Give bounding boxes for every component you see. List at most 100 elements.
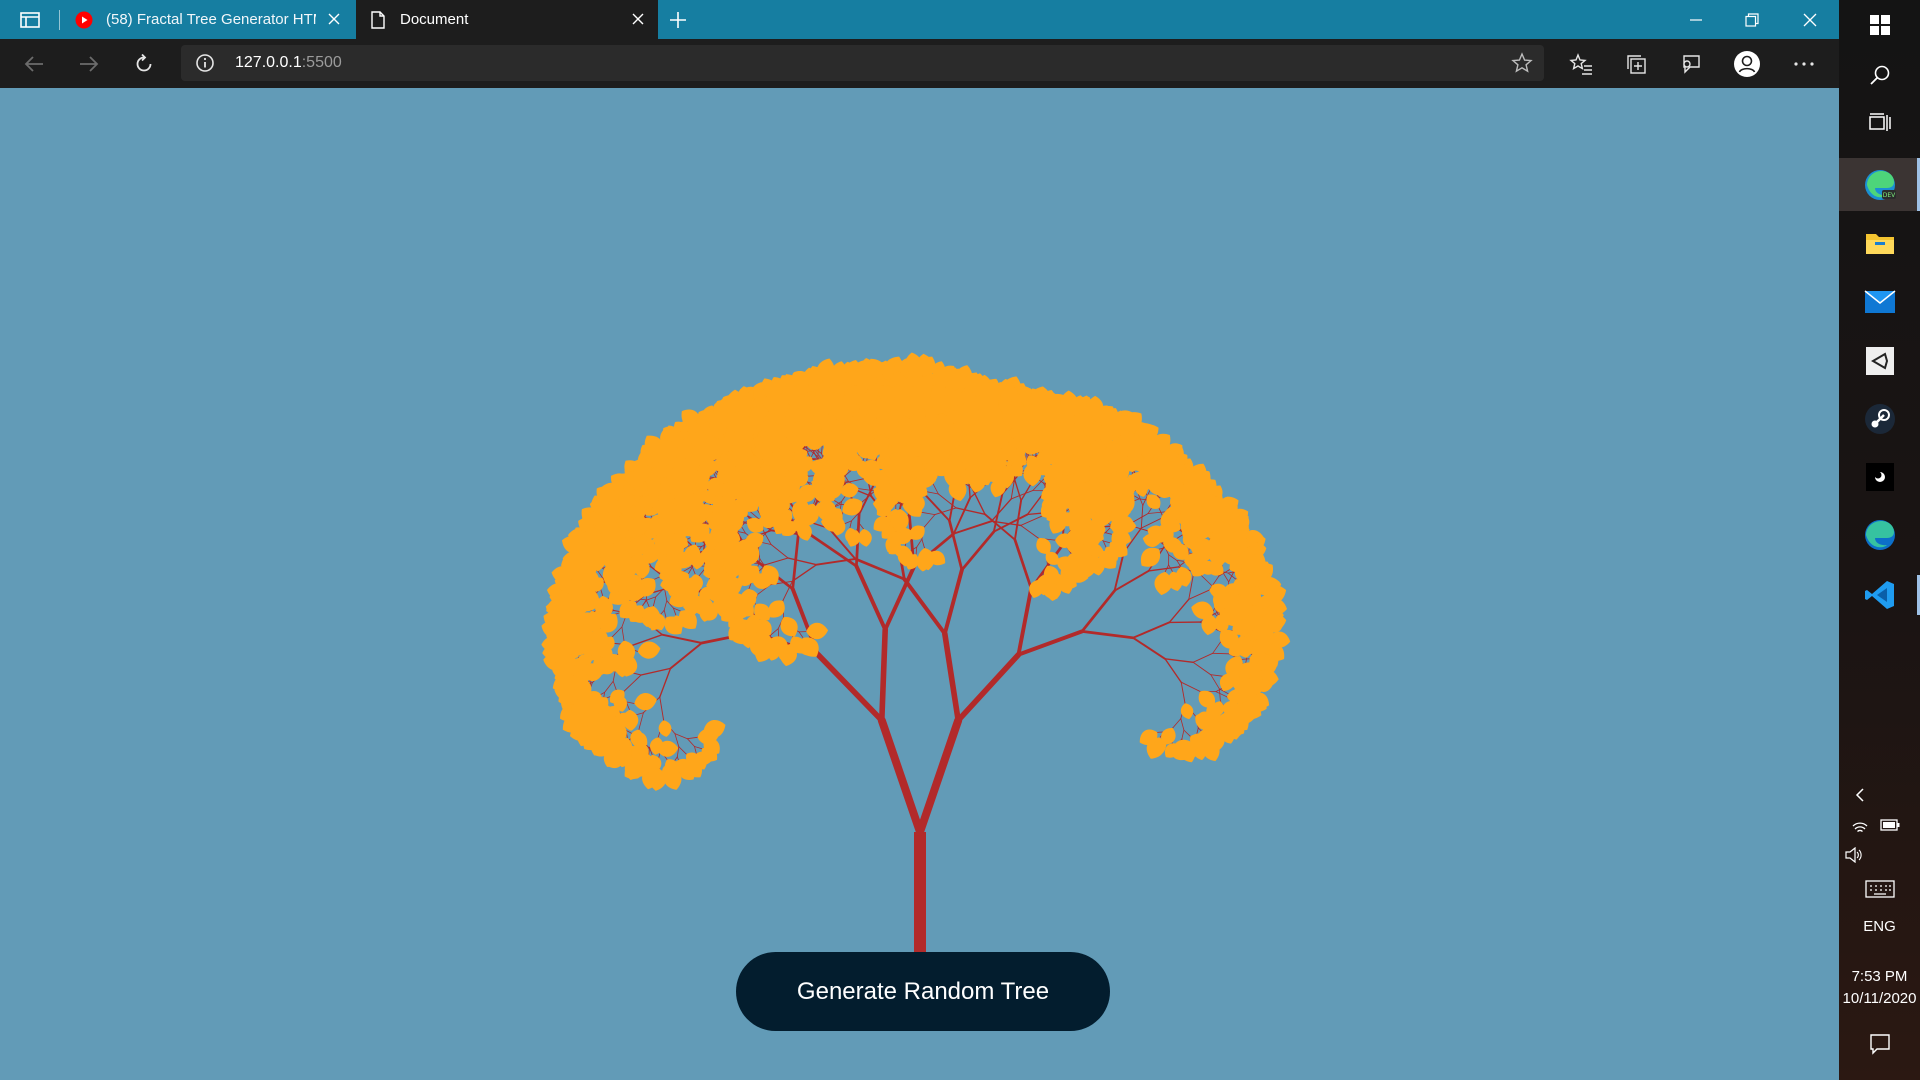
- branch: [941, 630, 962, 724]
- leaf: [634, 693, 657, 711]
- branch: [955, 651, 1022, 724]
- more-options-button[interactable]: [1786, 39, 1822, 88]
- branch: [858, 522, 864, 530]
- tab-bar: (58) Fractal Tree Generator HTML Documen…: [0, 0, 1839, 39]
- branch: [641, 599, 647, 607]
- branch: [915, 546, 918, 555]
- branch: [770, 544, 789, 559]
- branch: [1192, 652, 1214, 663]
- branch: [877, 716, 924, 836]
- branch: [942, 567, 964, 636]
- new-tab-button[interactable]: [664, 0, 692, 39]
- tab-separator: [59, 10, 60, 30]
- branch: [878, 626, 889, 724]
- arrow-left-icon: [24, 55, 43, 72]
- page-icon: [368, 10, 388, 30]
- ellipsis-icon: [1794, 61, 1814, 66]
- tree-leaves: [541, 352, 1291, 791]
- tab-title: (58) Fractal Tree Generator HTML: [106, 11, 316, 28]
- branch: [849, 520, 852, 529]
- branch: [640, 667, 672, 676]
- branch: [1132, 621, 1171, 639]
- branch: [992, 513, 1029, 533]
- star-icon[interactable]: [1510, 51, 1534, 75]
- branch: [646, 596, 657, 601]
- branch: [638, 712, 644, 730]
- branch: [669, 642, 703, 670]
- info-icon[interactable]: [195, 53, 215, 73]
- branch: [1020, 524, 1039, 539]
- url-text: 127.0.0.1:5500: [235, 54, 342, 72]
- minimize-button[interactable]: [1676, 0, 1716, 39]
- branch: [1016, 629, 1084, 657]
- arrow-right-icon: [80, 55, 99, 72]
- close-tab-icon[interactable]: [628, 9, 648, 29]
- branch: [1132, 636, 1166, 660]
- branch: [1180, 681, 1186, 704]
- branch: [1180, 718, 1185, 731]
- branch: [854, 564, 888, 632]
- branch: [1113, 569, 1150, 592]
- branch: [1188, 589, 1210, 600]
- branch: [1020, 515, 1043, 526]
- branch: [1105, 527, 1111, 534]
- back-button[interactable]: [16, 39, 52, 88]
- branch: [960, 530, 996, 572]
- branch: [604, 680, 614, 693]
- branch: [623, 674, 642, 692]
- branch: [659, 696, 665, 721]
- feedback-button[interactable]: [1672, 39, 1708, 88]
- close-tab-icon[interactable]: [324, 9, 344, 29]
- branch: [1080, 589, 1116, 633]
- branch: [765, 557, 789, 565]
- branch: [694, 746, 697, 755]
- branch: [923, 514, 936, 528]
- branch: [1010, 490, 1034, 500]
- branch: [840, 501, 842, 510]
- close-window-button[interactable]: [1790, 0, 1830, 39]
- feedback-icon: [1683, 54, 1700, 74]
- avatar-icon: [1734, 50, 1760, 77]
- branch: [902, 577, 947, 636]
- branch: [971, 487, 986, 515]
- branch: [1172, 718, 1182, 729]
- tab-youtube[interactable]: (58) Fractal Tree Generator HTML: [62, 0, 354, 39]
- collections-button[interactable]: [1618, 39, 1654, 88]
- branch: [955, 507, 986, 515]
- branch: [674, 733, 688, 740]
- branch: [661, 633, 703, 644]
- branch: [1147, 511, 1166, 514]
- branch: [1105, 532, 1113, 535]
- branch: [1147, 566, 1179, 572]
- branch: [621, 626, 625, 641]
- branch: [1183, 729, 1191, 737]
- favorites-icon: [1569, 52, 1592, 75]
- tab-document[interactable]: Document: [356, 0, 658, 39]
- restore-button[interactable]: [1732, 0, 1772, 39]
- address-bar[interactable]: 127.0.0.1:5500: [181, 45, 1544, 81]
- branch: [815, 651, 885, 724]
- favorites-button[interactable]: [1563, 39, 1599, 88]
- profile-button[interactable]: [1729, 39, 1765, 88]
- branch: [922, 491, 951, 522]
- leaf: [658, 720, 672, 737]
- branch: [663, 609, 667, 618]
- branch: [1219, 688, 1221, 702]
- branch: [1192, 661, 1212, 676]
- branch: [1210, 674, 1220, 690]
- branch: [687, 738, 695, 747]
- tab-title: Document: [400, 11, 469, 28]
- branch: [844, 520, 852, 525]
- branch: [1168, 598, 1190, 624]
- branch: [1212, 652, 1230, 655]
- branch: [645, 599, 650, 608]
- forward-button[interactable]: [71, 39, 107, 88]
- branch: [770, 628, 779, 636]
- branch: [921, 538, 925, 549]
- refresh-button[interactable]: [126, 39, 162, 88]
- branch: [1016, 586, 1034, 657]
- branch: [798, 631, 804, 639]
- branch: [1164, 658, 1182, 683]
- tab-actions-button[interactable]: [12, 0, 48, 39]
- fractal-tree-canvas: [541, 352, 1291, 952]
